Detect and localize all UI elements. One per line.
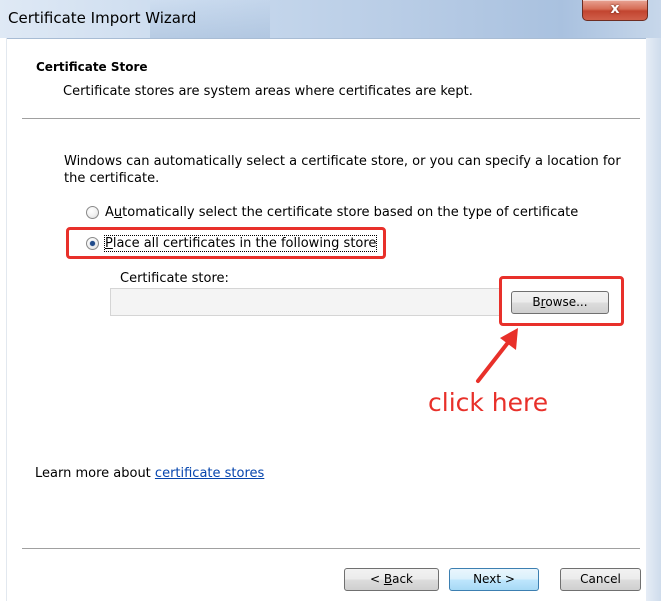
window-left-border — [0, 38, 7, 601]
next-button[interactable]: Next > — [449, 568, 539, 591]
close-button[interactable]: x — [582, 0, 648, 21]
arrow-icon — [476, 328, 518, 383]
certificate-stores-link[interactable]: certificate stores — [155, 466, 264, 481]
certificate-store-label: Certificate store: — [120, 271, 229, 286]
window-title: Certificate Import Wizard — [8, 9, 197, 27]
back-button[interactable]: < Back — [344, 568, 439, 591]
close-icon: x — [610, 1, 620, 17]
cancel-button[interactable]: Cancel — [560, 568, 641, 591]
window-right-border — [646, 38, 661, 601]
annotation-highlight-radio — [66, 227, 386, 259]
footer-divider — [22, 548, 640, 550]
header-divider — [22, 118, 640, 120]
page-description: Certificate stores are system areas wher… — [63, 84, 473, 99]
intro-text: Windows can automatically select a certi… — [64, 154, 621, 186]
annotation-click-here: click here — [428, 388, 549, 417]
page-title: Certificate Store — [36, 60, 148, 74]
radio-auto-label: Automatically select the certificate sto… — [105, 204, 579, 220]
certificate-import-wizard-window: Certificate Import Wizard x Certificate … — [0, 0, 661, 601]
radio-auto-select[interactable]: Automatically select the certificate sto… — [86, 203, 578, 221]
certificate-store-field[interactable] — [110, 288, 500, 316]
radio-button-auto[interactable] — [86, 205, 99, 219]
title-bar: Certificate Import Wizard x — [0, 0, 661, 39]
learn-more-text: Learn more about certificate stores — [35, 466, 265, 481]
browse-button[interactable]: Browse... — [511, 291, 609, 314]
